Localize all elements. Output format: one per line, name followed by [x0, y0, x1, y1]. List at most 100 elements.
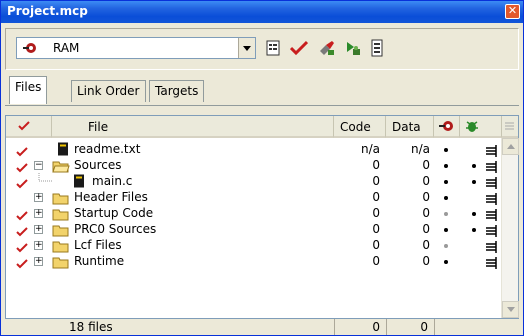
header-debug[interactable]	[434, 116, 460, 138]
check-icon	[290, 40, 308, 56]
list-item[interactable]: + PRC0 Sources 0 0	[6, 221, 500, 237]
header-check[interactable]	[6, 116, 52, 138]
folder-icon	[52, 209, 69, 221]
file-icon	[58, 142, 68, 156]
expand-icon[interactable]: +	[34, 209, 43, 218]
list-item[interactable]: + Runtime 0 0	[6, 253, 500, 269]
debug-button[interactable]	[342, 37, 364, 59]
debug-dot[interactable]	[444, 228, 448, 232]
tree-line-icon	[38, 173, 52, 182]
debug-dot[interactable]	[444, 180, 448, 184]
tab-targets[interactable]: Targets	[149, 80, 205, 102]
tab-divider	[5, 105, 519, 106]
bug-icon	[466, 121, 478, 132]
expand-icon[interactable]: +	[34, 257, 43, 266]
debug-icon	[347, 42, 360, 55]
close-icon: ✕	[507, 4, 518, 17]
debug-target-icon	[439, 121, 453, 131]
debug-dot[interactable]	[444, 244, 448, 248]
chevron-down-icon	[506, 307, 515, 312]
data-size: 0	[422, 158, 430, 172]
list-icon	[371, 39, 383, 57]
file-name: readme.txt	[74, 142, 141, 156]
folder-name: Sources	[74, 158, 122, 172]
chevron-down-icon[interactable]	[238, 38, 255, 58]
check-icon	[16, 259, 28, 269]
folder-name: Header Files	[74, 190, 148, 204]
target-dot[interactable]	[472, 164, 476, 168]
make-icon	[320, 41, 334, 55]
data-size: 0	[422, 190, 430, 204]
header-file[interactable]: File	[52, 116, 334, 138]
folder-name: Runtime	[74, 254, 125, 268]
tab-files[interactable]: Files	[9, 76, 48, 104]
target-dot[interactable]	[472, 228, 476, 232]
data-size: n/a	[410, 142, 430, 156]
header-target[interactable]	[460, 116, 502, 138]
data-total: 0	[420, 320, 428, 334]
target-dot[interactable]	[472, 180, 476, 184]
list-item[interactable]: − Sources 0 0	[6, 157, 500, 173]
header-code-label: Code	[340, 120, 371, 134]
code-size: 0	[372, 190, 380, 204]
folder-open-icon	[52, 161, 70, 173]
code-total: 0	[372, 320, 380, 334]
folder-icon	[52, 193, 69, 205]
debug-dot[interactable]	[444, 164, 448, 168]
chevron-up-icon	[506, 144, 515, 149]
tab-label: Link Order	[77, 84, 140, 98]
header-data[interactable]: Data	[386, 116, 434, 138]
list-item[interactable]: + Startup Code 0 0	[6, 205, 500, 221]
status-code-cell: 0	[335, 319, 387, 335]
scroll-up-button[interactable]	[502, 138, 519, 155]
tab-label: Files	[15, 80, 42, 94]
folder-icon	[52, 225, 69, 237]
collapse-icon[interactable]: −	[34, 161, 43, 170]
data-size: 0	[422, 238, 430, 252]
list-button[interactable]	[366, 37, 388, 59]
expand-icon[interactable]: +	[34, 225, 43, 234]
list-header: File Code Data	[6, 116, 518, 138]
file-name: main.c	[92, 174, 133, 188]
list-item[interactable]: + Header Files 0 0	[6, 189, 500, 205]
close-button[interactable]: ✕	[505, 4, 520, 19]
status-files-cell: 18 files	[5, 319, 335, 335]
target-dot[interactable]	[472, 212, 476, 216]
toolbar: RAM	[5, 28, 519, 70]
target-dropdown[interactable]: RAM	[16, 37, 256, 59]
debug-dot[interactable]	[444, 212, 448, 216]
data-size: 0	[422, 222, 430, 236]
code-size: 0	[372, 254, 380, 268]
debug-dot[interactable]	[444, 148, 448, 152]
debug-dot[interactable]	[444, 260, 448, 264]
expand-icon[interactable]: +	[34, 241, 43, 250]
header-spacer	[502, 116, 518, 138]
list-item[interactable]: main.c 0 0	[6, 173, 500, 189]
file-list[interactable]: File Code Data readme.txt n/a n/a − Sour…	[5, 115, 519, 319]
header-data-label: Data	[392, 120, 421, 134]
title-bar[interactable]: Project.mcp ✕	[1, 1, 523, 23]
window-title: Project.mcp	[7, 4, 88, 18]
folder-icon	[52, 241, 69, 253]
settings-button[interactable]	[262, 37, 284, 59]
debug-dot[interactable]	[444, 196, 448, 200]
list-item[interactable]: + Lcf Files 0 0	[6, 237, 500, 253]
code-size: 0	[372, 238, 380, 252]
make-button[interactable]	[316, 37, 338, 59]
touch-icon[interactable]	[486, 255, 498, 271]
folder-icon	[52, 257, 69, 269]
code-size: 0	[372, 158, 380, 172]
header-code[interactable]: Code	[334, 116, 386, 138]
tab-link-order[interactable]: Link Order	[71, 80, 146, 102]
list-item[interactable]: readme.txt n/a n/a	[6, 141, 500, 157]
data-size: 0	[422, 174, 430, 188]
expand-icon[interactable]: +	[34, 193, 43, 202]
header-file-label: File	[88, 120, 109, 134]
code-size: 0	[372, 174, 380, 188]
scroll-down-button[interactable]	[502, 301, 519, 318]
folder-name: Startup Code	[74, 206, 154, 220]
data-size: 0	[422, 254, 430, 268]
vertical-scrollbar[interactable]	[501, 138, 519, 318]
check-syntax-button[interactable]	[288, 37, 310, 59]
project-window: Project.mcp ✕ RAM Files Link Order Targe…	[0, 0, 524, 336]
